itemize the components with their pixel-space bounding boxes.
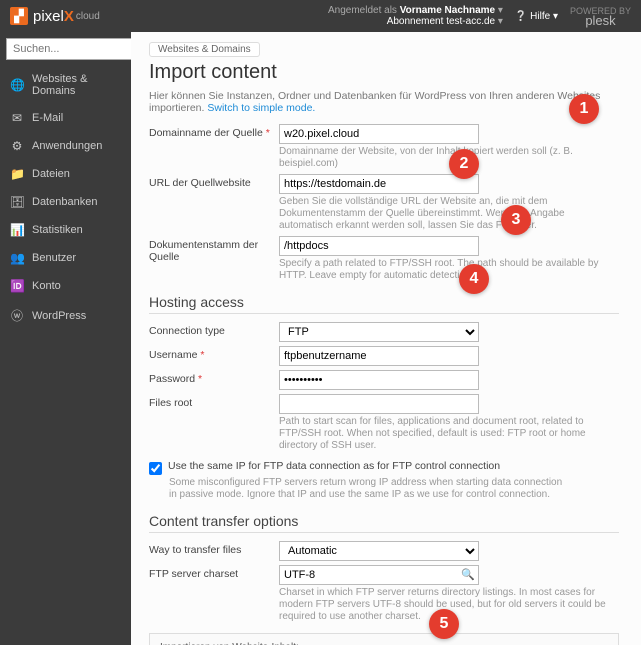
nav-stats-icon: 📊 <box>10 223 24 237</box>
logo-text-2: X <box>64 8 74 25</box>
logo-text-3: cloud <box>76 11 100 22</box>
nav-users-icon: 👥 <box>10 251 24 265</box>
nav-files-icon: 📁 <box>10 167 24 181</box>
same-ip-checkbox[interactable] <box>149 462 162 475</box>
nav-label: Benutzer <box>32 252 76 264</box>
files-root-label: Files root <box>149 394 279 452</box>
domain-input[interactable] <box>279 124 479 144</box>
logo-text-1: pixel <box>33 8 64 25</box>
nav-db[interactable]: 🗄 Datenbanken <box>0 188 131 216</box>
username: Vorname Nachname <box>400 5 495 16</box>
username-label: Username <box>149 349 197 361</box>
sub-value: test-acc.de <box>446 16 495 27</box>
annotation-5: 5 <box>429 609 459 639</box>
help-menu[interactable]: ❔ Hilfe ▾ <box>515 11 558 22</box>
way-label: Way to transfer files <box>149 541 279 561</box>
powered-by: POWERED BY plesk <box>570 7 631 25</box>
nav-label: Anwendungen <box>32 140 102 152</box>
nav-account-icon: 🆔 <box>10 279 24 293</box>
page-title: Import content <box>149 61 619 84</box>
switch-mode-link[interactable]: Switch to simple mode. <box>207 102 315 114</box>
nav-websites-icon: 🌐 <box>10 78 24 92</box>
conn-type-label: Connection type <box>149 322 279 342</box>
logo-mark-icon: ▞ <box>10 7 28 25</box>
sub-label: Abonnement <box>387 16 444 27</box>
url-label: URL der Quellwebsite <box>149 174 279 232</box>
docroot-help: Specify a path related to FTP/SSH root. … <box>279 258 619 282</box>
nav-db-icon: 🗄 <box>10 195 24 209</box>
nav-label: Statistiken <box>32 224 83 236</box>
docroot-label: Dokumentenstamm der Quelle <box>149 236 279 282</box>
logged-in-label: Angemeldet als <box>328 5 397 16</box>
nav-email-icon: ✉ <box>10 111 24 125</box>
docroot-input[interactable] <box>279 236 479 256</box>
import-info-box: Importieren von Website-Inhalt: WordPres… <box>149 633 619 645</box>
way-select[interactable]: Automatic <box>279 541 479 561</box>
files-root-input[interactable] <box>279 394 479 414</box>
annotation-1: 1 <box>569 94 599 124</box>
nav-label: Datenbanken <box>32 196 97 208</box>
nav-label: Websites & Domains <box>32 73 121 97</box>
annotation-4: 4 <box>459 264 489 294</box>
nav-account[interactable]: 🆔 Konto <box>0 272 131 300</box>
password-label: Password <box>149 373 195 385</box>
sidebar: 🔍 🌐Websites & Domains✉E-Mail⚙Anwendungen… <box>0 32 131 645</box>
nav-files[interactable]: 📁 Dateien <box>0 160 131 188</box>
content-area: Websites & Domains Import content Hier k… <box>131 32 641 645</box>
password-input[interactable] <box>279 370 479 390</box>
username-input[interactable] <box>279 346 479 366</box>
url-input[interactable] <box>279 174 479 194</box>
nav-email[interactable]: ✉ E-Mail <box>0 104 131 132</box>
nav-users[interactable]: 👥 Benutzer <box>0 244 131 272</box>
topbar: ▞ pixelX cloud Angemeldet als Vorname Na… <box>0 0 641 32</box>
nav-label: Konto <box>32 280 61 292</box>
nav-apps[interactable]: ⚙ Anwendungen <box>0 132 131 160</box>
files-root-help: Path to start scan for files, applicatio… <box>279 416 619 452</box>
annotation-2: 2 <box>449 149 479 179</box>
charset-label: FTP server charset <box>149 565 279 623</box>
nav-label: WordPress <box>32 310 86 322</box>
account-info[interactable]: Angemeldet als Vorname Nachname ▾ Abonne… <box>328 5 503 27</box>
charset-input[interactable] <box>279 565 479 585</box>
nav-label: E-Mail <box>32 112 63 124</box>
transfer-heading: Content transfer options <box>149 513 619 533</box>
hosting-heading: Hosting access <box>149 294 619 314</box>
same-ip-label: Use the same IP for FTP data connection … <box>168 460 500 475</box>
nav-label: Dateien <box>32 168 70 180</box>
url-help: Geben Sie die vollständige URL der Websi… <box>279 196 619 232</box>
breadcrumb[interactable]: Websites & Domains <box>149 42 260 57</box>
intro-text: Hier können Sie Instanzen, Ordner und Da… <box>149 90 619 114</box>
nav-apps-icon: ⚙ <box>10 139 24 153</box>
same-ip-help: Some misconfigured FTP servers return wr… <box>169 477 569 501</box>
nav-stats[interactable]: 📊 Statistiken <box>0 216 131 244</box>
logo[interactable]: ▞ pixelX cloud <box>10 7 100 25</box>
nav-websites[interactable]: 🌐 Websites & Domains <box>0 66 131 104</box>
conn-type-select[interactable]: FTP <box>279 322 479 342</box>
annotation-3: 3 <box>501 205 531 235</box>
nav-wp[interactable]: ⓦ WordPress <box>0 300 131 331</box>
domain-label: Domainname der Quelle <box>149 127 263 139</box>
nav-wp-icon: ⓦ <box>10 307 24 324</box>
